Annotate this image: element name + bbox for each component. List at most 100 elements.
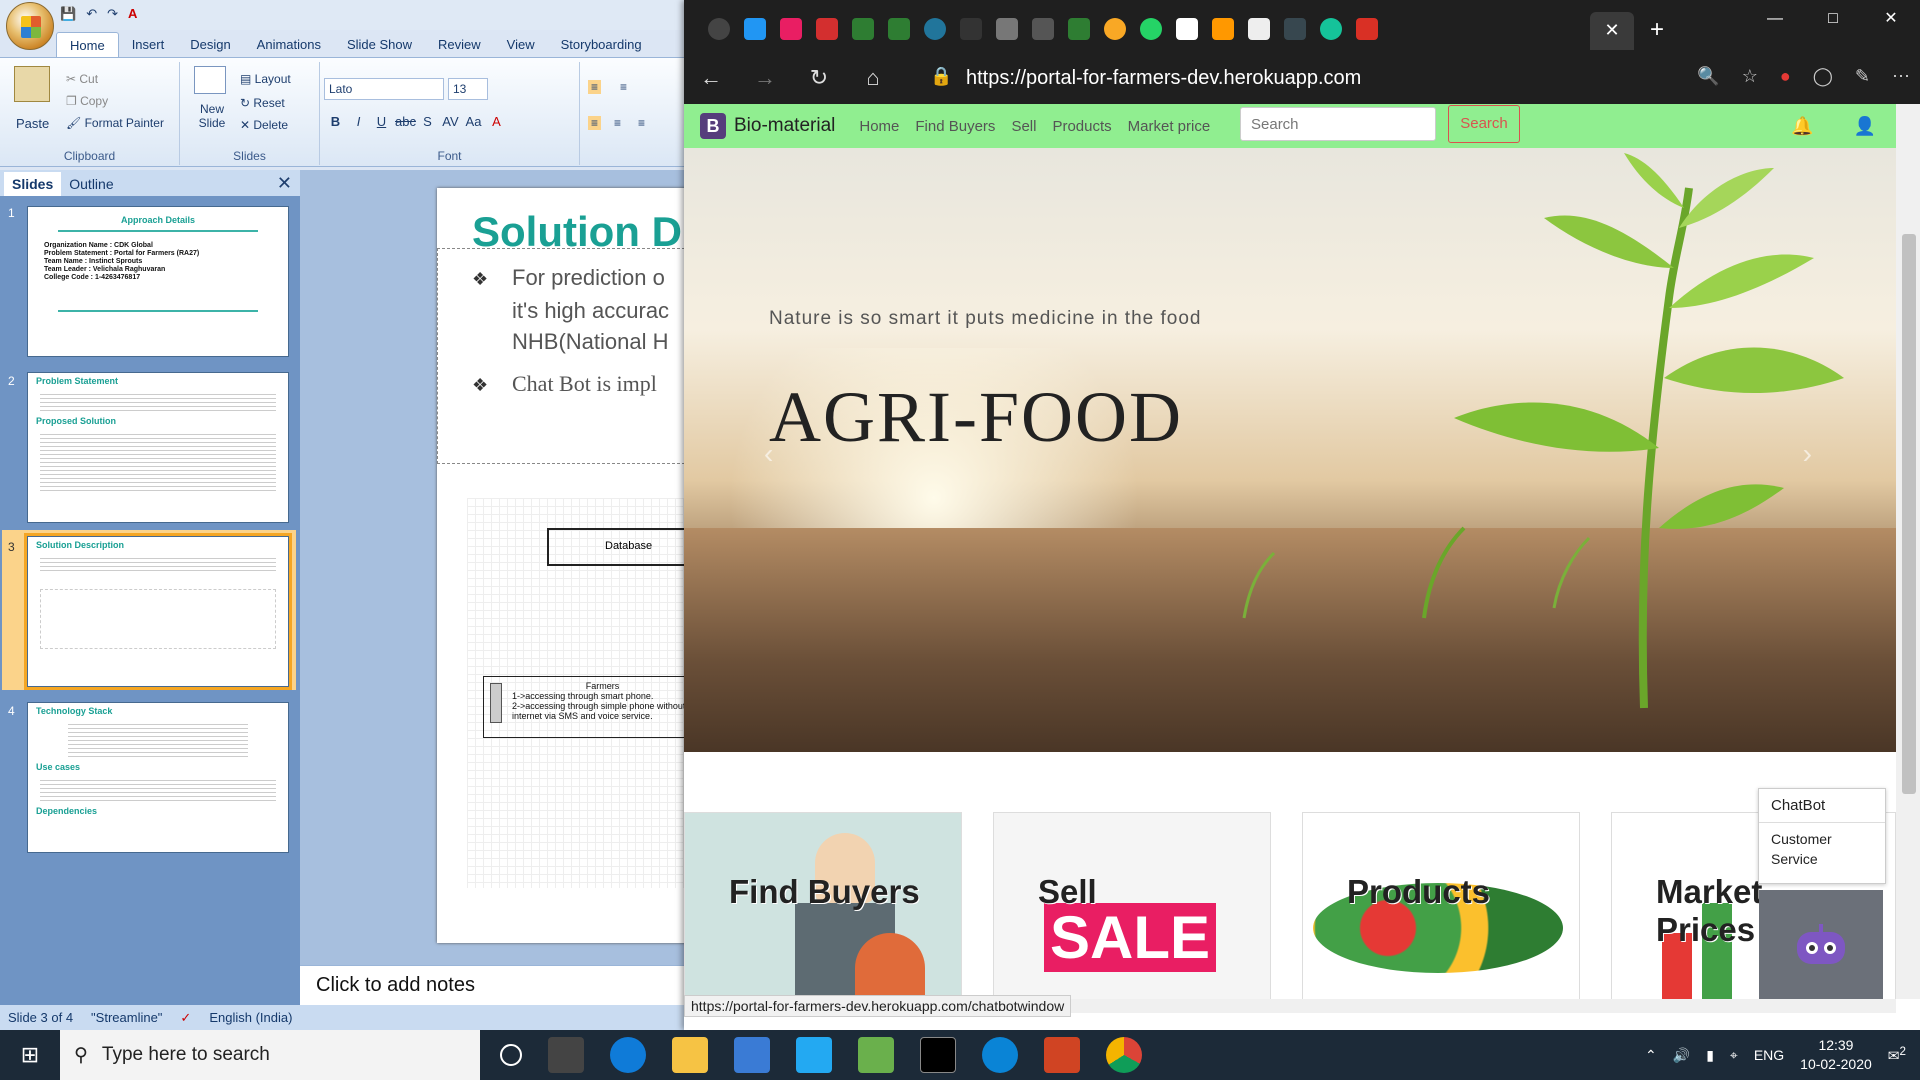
slide-thumbnail-2[interactable]: Problem Statement Proposed Solution	[27, 372, 289, 523]
tab-favicon[interactable]	[708, 18, 730, 40]
language-indicator[interactable]: ENG	[1754, 1047, 1784, 1063]
tab-favicon[interactable]	[780, 18, 802, 40]
redo-icon[interactable]: ↷	[107, 6, 118, 22]
edge-icon[interactable]	[982, 1037, 1018, 1073]
edge-beta-icon[interactable]	[610, 1037, 646, 1073]
current-slide[interactable]: Solution D ❖ For prediction o it's high a…	[437, 188, 700, 943]
grammarly-icon[interactable]	[1320, 18, 1342, 40]
tab-home[interactable]: Home	[56, 32, 119, 58]
tab-favicon[interactable]	[1068, 18, 1090, 40]
more-menu-icon[interactable]: ⋯	[1892, 66, 1910, 87]
site-search-button[interactable]: Search	[1448, 105, 1520, 143]
minimize-icon[interactable]: —	[1746, 0, 1804, 40]
card-sell[interactable]: SALE Sell	[993, 812, 1271, 999]
slide-thumbnail-3[interactable]: Solution Description	[24, 533, 292, 690]
volume-icon[interactable]: 🔊	[1673, 1047, 1690, 1064]
tab-insert[interactable]: Insert	[119, 32, 178, 58]
new-slide-button[interactable]: New Slide	[192, 102, 232, 130]
active-tab[interactable]: ✕	[1590, 12, 1634, 50]
file-explorer-icon[interactable]	[672, 1037, 708, 1073]
maximize-icon[interactable]: □	[1804, 0, 1862, 40]
favorite-star-icon[interactable]: ☆	[1742, 66, 1758, 87]
chatbot-button[interactable]	[1759, 890, 1883, 999]
user-icon[interactable]: 👤	[1854, 116, 1876, 137]
tab-storyboarding[interactable]: Storyboarding	[548, 32, 655, 58]
tab-favicon[interactable]	[1212, 18, 1234, 40]
close-tab-icon[interactable]: ✕	[1604, 20, 1619, 40]
zoom-icon[interactable]: 🔍	[1697, 66, 1719, 87]
notes-pane[interactable]: Click to add notes	[300, 965, 700, 1005]
profile-avatar[interactable]: ◯	[1813, 66, 1833, 87]
app-icon[interactable]	[734, 1037, 770, 1073]
align-left-icon[interactable]: ≡	[588, 116, 602, 130]
card-products[interactable]: Products	[1302, 812, 1580, 999]
layout-button[interactable]: ▤ Layout	[240, 72, 291, 86]
cut-button[interactable]: ✂ Cut	[66, 72, 98, 86]
strikethrough-button[interactable]: abc	[395, 114, 416, 129]
spellcheck-icon[interactable]: ✓	[180, 1010, 191, 1026]
terminal-icon[interactable]	[920, 1037, 956, 1073]
windows-start-icon[interactable]: ⊞	[0, 1042, 60, 1068]
change-case-button[interactable]: Aa	[464, 114, 483, 129]
copy-button[interactable]: ❐ Copy	[66, 94, 108, 108]
nav-sell[interactable]: Sell	[1011, 118, 1036, 135]
paste-button[interactable]: Paste	[16, 116, 49, 131]
tab-review[interactable]: Review	[425, 32, 494, 58]
new-tab-icon[interactable]: +	[1650, 16, 1664, 44]
battery-icon[interactable]: ▮	[1706, 1047, 1714, 1064]
powerpoint-icon[interactable]	[1044, 1037, 1080, 1073]
tab-outline[interactable]: Outline	[61, 172, 121, 196]
card-find-buyers[interactable]: Find Buyers	[684, 812, 962, 999]
site-search-input[interactable]: Search	[1240, 107, 1436, 141]
carousel-next-icon[interactable]: ›	[1803, 438, 1812, 470]
chevron-up-icon[interactable]: ⌃	[1645, 1047, 1657, 1064]
chatbot-customer-service[interactable]: Customer Service	[1759, 823, 1885, 875]
tab-favicon[interactable]	[1176, 18, 1198, 40]
numbering-icon[interactable]: ≡	[620, 80, 627, 94]
italic-button[interactable]: I	[349, 114, 368, 129]
wifi-icon[interactable]: ⌖	[1730, 1047, 1738, 1064]
chrome-icon[interactable]	[1106, 1037, 1142, 1073]
tab-favicon[interactable]	[1032, 18, 1054, 40]
format-painter-button[interactable]: 🖌 Format Painter	[66, 116, 164, 130]
carousel-prev-icon[interactable]: ‹	[764, 438, 773, 470]
underline-button[interactable]: U	[372, 114, 391, 129]
save-icon[interactable]: 💾	[60, 6, 76, 22]
scroll-thumb[interactable]	[1902, 234, 1916, 794]
tab-favicon[interactable]	[1104, 18, 1126, 40]
reload-icon[interactable]: ↻	[792, 65, 846, 91]
vscode-icon[interactable]	[796, 1037, 832, 1073]
document-icon[interactable]	[1248, 18, 1270, 40]
slide-thumbnail-4[interactable]: Technology Stack Use cases Dependencies	[27, 702, 289, 853]
font-name-select[interactable]: Lato	[324, 78, 444, 100]
notification-icon[interactable]: ✉2	[1888, 1045, 1906, 1065]
gmail-icon[interactable]	[1356, 18, 1378, 40]
font-color-icon[interactable]: A	[128, 6, 137, 22]
align-center-icon[interactable]: ≡	[614, 116, 621, 130]
cortana-icon[interactable]	[500, 1044, 522, 1066]
undo-icon[interactable]: ↶	[86, 6, 97, 22]
forward-icon[interactable]: →	[738, 65, 792, 91]
whatsapp-icon[interactable]	[1140, 18, 1162, 40]
tab-favicon[interactable]	[888, 18, 910, 40]
vertical-scrollbar[interactable]	[1896, 104, 1920, 999]
database-box[interactable]: Database	[547, 528, 700, 566]
font-color-button[interactable]: A	[487, 114, 506, 129]
nav-home[interactable]: Home	[859, 118, 899, 135]
office-button[interactable]	[6, 2, 54, 50]
tab-favicon[interactable]	[816, 18, 838, 40]
wordpress-icon[interactable]	[924, 18, 946, 40]
tab-favicon[interactable]	[852, 18, 874, 40]
clock[interactable]: 12:39 10-02-2020	[1800, 1036, 1872, 1074]
home-icon[interactable]: ⌂	[846, 65, 900, 91]
tab-favicon[interactable]	[996, 18, 1018, 40]
slide-bullet-1[interactable]: ❖ For prediction o it's high accurac NHB(…	[472, 262, 669, 357]
url-field[interactable]: 🔒 https://portal-for-farmers-dev.herokua…	[916, 60, 1496, 96]
site-brand[interactable]: B Bio-material	[700, 113, 835, 139]
align-right-icon[interactable]: ≡	[638, 116, 645, 130]
nav-products[interactable]: Products	[1052, 118, 1111, 135]
slide-thumbnail-1[interactable]: Approach Details Organization Name : CDK…	[27, 206, 289, 357]
android-studio-icon[interactable]	[858, 1037, 894, 1073]
tab-slides[interactable]: Slides	[4, 172, 62, 196]
language[interactable]: English (India)	[209, 1010, 292, 1025]
